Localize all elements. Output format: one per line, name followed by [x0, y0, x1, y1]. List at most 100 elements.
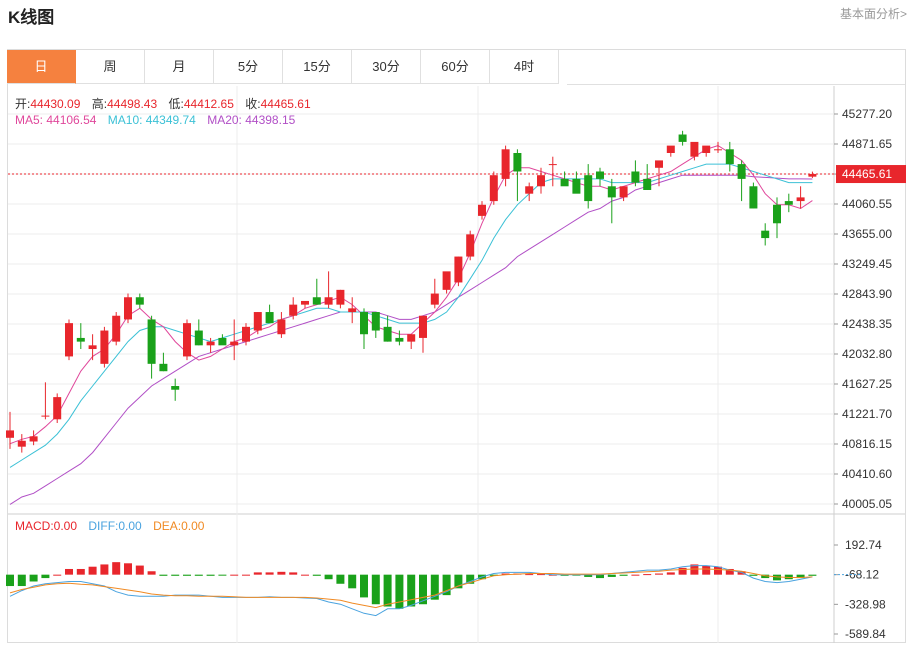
macd-bar	[666, 572, 675, 575]
dea-label: DEA:	[153, 519, 182, 533]
candle-body	[348, 308, 357, 313]
candle-body	[265, 312, 274, 324]
ma5-value: 44106.54	[46, 113, 97, 127]
macd-bar	[41, 574, 50, 579]
candle-body	[655, 160, 663, 168]
candle-body	[513, 152, 522, 172]
candle-body	[29, 436, 38, 442]
candle-body	[6, 430, 14, 438]
ma5-label: MA5:	[15, 113, 44, 127]
candle-body	[242, 326, 250, 342]
macd-bar	[17, 574, 26, 587]
candle-body	[112, 315, 121, 342]
candle-body	[135, 297, 144, 305]
candle-body	[808, 174, 817, 177]
candle-body	[147, 319, 156, 364]
macd-label: MACD:	[15, 519, 54, 533]
macd-bar	[206, 574, 215, 576]
candle-body	[678, 134, 687, 142]
ma-info: MA5: 44106.54 MA10: 44349.74 MA20: 44398…	[15, 113, 295, 127]
candle-body	[773, 204, 781, 224]
macd-bar	[336, 574, 345, 584]
candle-body	[124, 297, 132, 320]
candle-body	[501, 149, 510, 179]
macd-bar	[29, 574, 38, 582]
price-tick-label: 41221.70	[842, 407, 892, 421]
macd-bar	[88, 566, 97, 575]
candle-body	[183, 323, 191, 357]
candle-body	[796, 197, 805, 202]
macd-bar	[348, 574, 357, 589]
price-tick-label: 44060.55	[842, 197, 892, 211]
candle-body	[737, 164, 746, 179]
candle-body	[690, 141, 699, 157]
candle-body	[17, 440, 26, 447]
current-price-label: 44465.61	[842, 167, 892, 181]
macd-bar	[112, 562, 121, 575]
price-tick-label: 42438.35	[842, 317, 892, 331]
candle-body	[631, 171, 640, 183]
candle-body	[596, 171, 604, 179]
candle-body	[584, 175, 593, 202]
price-tick-label: 43655.00	[842, 227, 892, 241]
macd-bar	[631, 574, 640, 576]
candle-body	[419, 315, 427, 338]
candle-body	[230, 341, 239, 346]
candle-body	[466, 234, 475, 257]
high-label: 高:	[91, 97, 108, 111]
candle-body	[749, 186, 758, 209]
macd-bar	[147, 571, 156, 575]
candle-body	[666, 145, 675, 153]
macd-bar	[525, 574, 534, 576]
macd-bar	[265, 572, 274, 575]
price-tick-label: 40005.05	[842, 497, 892, 511]
macd-bar	[371, 574, 380, 605]
ma10-label: MA10:	[107, 113, 143, 127]
candle-body	[159, 363, 168, 372]
macd-bar	[53, 574, 62, 576]
macd-bar	[808, 574, 817, 576]
macd-bar	[135, 565, 144, 575]
price-tick-label: 40410.60	[842, 467, 892, 481]
macd-bar	[124, 563, 132, 575]
macd-bar	[749, 574, 758, 576]
macd-bar	[230, 574, 239, 576]
close-value: 44465.61	[260, 97, 311, 111]
macd-tick-label: 192.74	[845, 538, 882, 552]
macd-bar	[6, 574, 14, 587]
macd-bar	[242, 574, 250, 576]
candle-body	[289, 304, 298, 316]
dea-value: 0.00	[181, 519, 205, 533]
ohlc-info: 开:44430.09 高:44498.43 低:44412.65 收:44465…	[15, 95, 311, 112]
candle-body	[454, 256, 463, 283]
macd-bar	[702, 565, 711, 575]
candle-body	[360, 312, 368, 335]
candle-body	[525, 186, 534, 194]
candle-body	[572, 178, 581, 194]
candle-body	[430, 293, 439, 305]
high-value: 44498.43	[107, 97, 158, 111]
open-value: 44430.09	[30, 97, 81, 111]
macd-bar	[253, 572, 262, 575]
candle-body	[560, 178, 569, 187]
candle-body	[253, 312, 262, 331]
candle-body	[714, 149, 722, 151]
candle-body	[478, 204, 486, 216]
candle-body	[643, 178, 652, 190]
price-tick-label: 41627.25	[842, 377, 892, 391]
candle-body	[41, 415, 50, 417]
candle-body	[100, 330, 109, 364]
candle-body	[395, 337, 404, 342]
macd-bar	[159, 574, 168, 576]
ma5-line	[9, 145, 813, 445]
macd-bar	[619, 574, 628, 576]
price-tick-label: 42032.80	[842, 347, 892, 361]
candle-body	[76, 337, 85, 342]
macd-tick-label: -328.98	[845, 597, 886, 611]
candle-body	[53, 397, 62, 420]
candle-body	[301, 300, 309, 305]
macd-info: MACD:0.00 DIFF:0.00 DEA:0.00	[15, 519, 204, 533]
close-label: 收:	[245, 97, 261, 111]
macd-value: 0.00	[53, 519, 78, 533]
low-label: 低:	[168, 97, 184, 111]
